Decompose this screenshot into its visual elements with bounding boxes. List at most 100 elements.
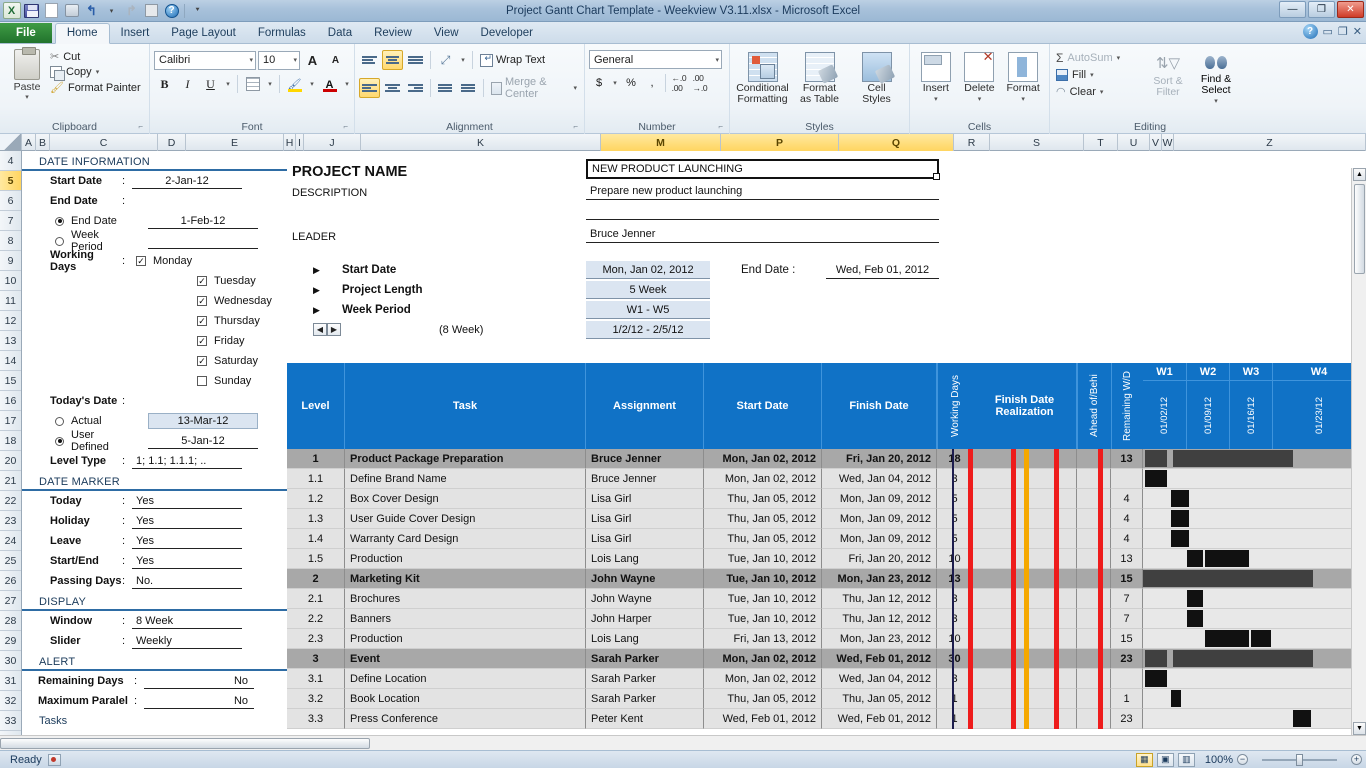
cell-ahead[interactable] <box>1077 489 1111 509</box>
view-page-layout-button[interactable]: ▣ <box>1157 753 1174 767</box>
cell-realization[interactable] <box>973 549 1077 569</box>
row-header-20[interactable]: 20 <box>0 451 21 471</box>
table-row[interactable]: 2.3ProductionLois LangFri, Jan 13, 2012M… <box>287 629 1366 649</box>
cell-working_days[interactable]: 18 <box>937 449 973 469</box>
spinner-right-button[interactable]: ▶ <box>327 323 341 336</box>
cell-ahead[interactable] <box>1077 689 1111 709</box>
tab-view[interactable]: View <box>423 24 470 43</box>
horizontal-scroll-thumb[interactable] <box>0 738 370 749</box>
column-header-k[interactable]: K <box>361 134 601 151</box>
cell-remaining[interactable]: 15 <box>1111 629 1143 649</box>
cell-finish[interactable]: Thu, Jan 05, 2012 <box>822 689 937 709</box>
column-header-b[interactable]: B <box>36 134 50 151</box>
clear-dropdown-icon[interactable]: ▾ <box>1100 88 1104 96</box>
align-center-button[interactable] <box>382 78 403 98</box>
chevron-down-icon[interactable]: ▾ <box>711 56 719 64</box>
tab-review[interactable]: Review <box>363 24 423 43</box>
cell-task[interactable]: Production <box>345 629 586 649</box>
ribbon-tab-bar[interactable]: File Home Insert Page Layout Formulas Da… <box>0 22 1366 44</box>
cut-button[interactable]: ✂ Cut <box>50 50 141 63</box>
cell-remaining[interactable]: 13 <box>1111 549 1143 569</box>
description-input[interactable]: Prepare new product launching <box>586 182 939 200</box>
align-right-button[interactable] <box>405 78 426 98</box>
format-as-table-button[interactable]: Format as Table <box>792 50 848 105</box>
paste-button[interactable]: Paste ▾ <box>4 47 50 101</box>
row-header-14[interactable]: 14 <box>0 351 21 371</box>
end-date-input[interactable]: 1-Feb-12 <box>148 213 258 229</box>
percent-button[interactable]: % <box>621 73 641 92</box>
column-header-t[interactable]: T <box>1084 134 1118 151</box>
underline-dropdown-icon[interactable]: ▾ <box>223 74 233 94</box>
column-header-c[interactable]: C <box>50 134 158 151</box>
end-date-radio[interactable] <box>55 217 64 226</box>
copy-button[interactable]: Copy ▾ <box>50 66 141 78</box>
row-header-25[interactable]: 25 <box>0 551 21 571</box>
level-type-input[interactable]: 1; 1.1; 1.1.1; .. <box>132 453 242 469</box>
leader-input[interactable]: Bruce Jenner <box>586 225 939 243</box>
cell-working_days[interactable]: 1 <box>937 689 973 709</box>
table-row[interactable]: 3.2Book LocationSarah ParkerThu, Jan 05,… <box>287 689 1366 709</box>
gantt-bar-cell[interactable] <box>1143 689 1366 709</box>
delete-dropdown-icon[interactable]: ▾ <box>978 94 982 105</box>
column-header-e[interactable]: E <box>186 134 284 151</box>
new-icon[interactable] <box>42 2 61 20</box>
italic-button[interactable]: I <box>177 74 198 94</box>
tuesday-checkbox[interactable]: ✓ <box>197 276 207 286</box>
gantt-table[interactable]: Level Task Assignment Start Date Finish … <box>287 363 1366 729</box>
table-row[interactable]: 1Product Package PreparationBruce Jenner… <box>287 449 1366 469</box>
comma-button[interactable]: , <box>642 73 662 92</box>
leave-marker-input[interactable]: Yes <box>132 533 242 549</box>
monday-checkbox-row[interactable]: ✓ Monday <box>136 255 192 267</box>
sunday-checkbox[interactable] <box>197 376 207 386</box>
cell-remaining[interactable]: 15 <box>1111 569 1143 589</box>
cell-start[interactable]: Mon, Jan 02, 2012 <box>704 669 822 689</box>
increase-indent-button[interactable] <box>458 78 479 98</box>
cell-start[interactable]: Tue, Jan 10, 2012 <box>704 569 822 589</box>
currency-button[interactable]: $ <box>589 73 609 92</box>
row-header-6[interactable]: 6 <box>0 191 21 211</box>
table-row[interactable]: 2.1BrochuresJohn WayneTue, Jan 10, 2012T… <box>287 589 1366 609</box>
quick-access-toolbar[interactable]: X ↰ ▾ ↱ ? ⯆ <box>0 1 207 21</box>
tab-insert[interactable]: Insert <box>110 24 161 43</box>
column-header-d[interactable]: D <box>158 134 186 151</box>
cell-assignment[interactable]: Bruce Jenner <box>586 449 704 469</box>
cell-level[interactable]: 1 <box>287 449 345 469</box>
clipboard-dialog-launcher-icon[interactable]: ⌐ <box>138 120 143 133</box>
cell-realization[interactable] <box>973 449 1077 469</box>
cell-working_days[interactable]: 3 <box>937 609 973 629</box>
row-header-22[interactable]: 22 <box>0 491 21 511</box>
cell-assignment[interactable]: Bruce Jenner <box>586 469 704 489</box>
cell-realization[interactable] <box>973 589 1077 609</box>
align-middle-button[interactable] <box>382 50 403 70</box>
cell-level[interactable]: 1.4 <box>287 529 345 549</box>
cell-task[interactable]: Marketing Kit <box>345 569 586 589</box>
font-size-combo[interactable]: 10 ▾ <box>258 51 300 70</box>
vertical-scroll-thumb[interactable] <box>1354 184 1365 274</box>
cell-start[interactable]: Tue, Jan 10, 2012 <box>704 609 822 629</box>
cell-assignment[interactable]: John Wayne <box>586 569 704 589</box>
column-header-z[interactable]: Z <box>1174 134 1366 151</box>
row-header-24[interactable]: 24 <box>0 531 21 551</box>
cell-working_days[interactable]: 3 <box>937 669 973 689</box>
column-header-p[interactable]: P <box>721 134 839 151</box>
find-select-dropdown-icon[interactable]: ▾ <box>1214 96 1218 107</box>
holiday-marker-input[interactable]: Yes <box>132 513 242 529</box>
cell-task[interactable]: Production <box>345 549 586 569</box>
insert-dropdown-icon[interactable]: ▾ <box>934 94 938 105</box>
cell-assignment[interactable]: Lisa Girl <box>586 509 704 529</box>
save-icon[interactable] <box>22 2 41 20</box>
row-header-29[interactable]: 29 <box>0 631 21 651</box>
row-header-7[interactable]: 7 <box>0 211 21 231</box>
cell-realization[interactable] <box>973 469 1077 489</box>
cell-realization[interactable] <box>973 529 1077 549</box>
cell-ahead[interactable] <box>1077 469 1111 489</box>
alignment-dialog-launcher-icon[interactable]: ⌐ <box>573 120 578 133</box>
gantt-rows-container[interactable]: 1Product Package PreparationBruce Jenner… <box>287 449 1366 729</box>
horizontal-scrollbar[interactable] <box>0 735 1366 750</box>
cell-start[interactable]: Tue, Jan 10, 2012 <box>704 589 822 609</box>
undo-dropdown-icon[interactable]: ▾ <box>102 2 121 20</box>
cell-task[interactable]: Product Package Preparation <box>345 449 586 469</box>
cell-working_days[interactable]: 3 <box>937 589 973 609</box>
cell-assignment[interactable]: Lisa Girl <box>586 529 704 549</box>
cell-realization[interactable] <box>973 649 1077 669</box>
